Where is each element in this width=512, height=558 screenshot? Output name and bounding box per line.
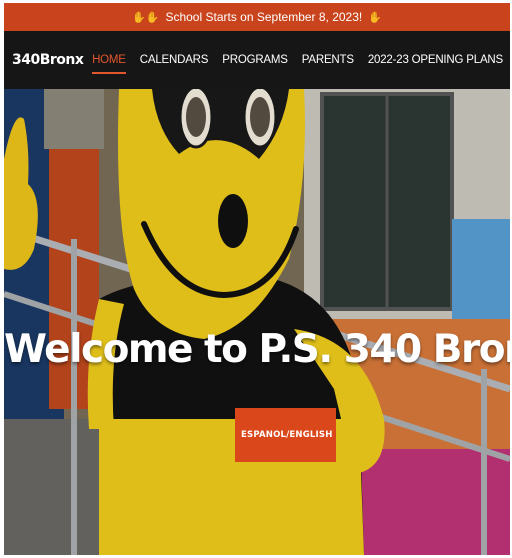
site-header: 340Bronx HOME CALENDARS PROGRAMS PARENTS…: [4, 31, 510, 89]
hands-icon: ✋: [368, 11, 382, 24]
language-toggle-button[interactable]: ESPANOL/ENGLISH: [235, 408, 336, 462]
hero-overlay: [4, 89, 510, 555]
hands-icon: ✋✋: [132, 11, 160, 24]
hero-title: Welcome to P.S. 340 Bronx, NY: [4, 327, 510, 372]
nav-item-calendars[interactable]: CALENDARS: [133, 54, 216, 66]
hero-photo: [4, 89, 510, 555]
announcement-text: School Starts on September 8, 2023!: [165, 10, 363, 24]
announcement-bar: ✋✋ School Starts on September 8, 2023! ✋: [4, 3, 510, 31]
page-frame: ✋✋ School Starts on September 8, 2023! ✋…: [4, 3, 510, 555]
nav-item-parents[interactable]: PARENTS: [295, 54, 361, 66]
nav-item-opening-plans[interactable]: 2022-23 OPENING PLANS: [361, 54, 510, 66]
nav-item-home[interactable]: HOME: [85, 54, 133, 74]
main-nav: HOME CALENDARS PROGRAMS PARENTS 2022-23 …: [85, 31, 510, 89]
site-logo[interactable]: 340Bronx: [12, 52, 84, 68]
nav-item-programs[interactable]: PROGRAMS: [215, 54, 295, 66]
hero-section: Welcome to P.S. 340 Bronx, NY ESPANOL/EN…: [4, 89, 510, 555]
